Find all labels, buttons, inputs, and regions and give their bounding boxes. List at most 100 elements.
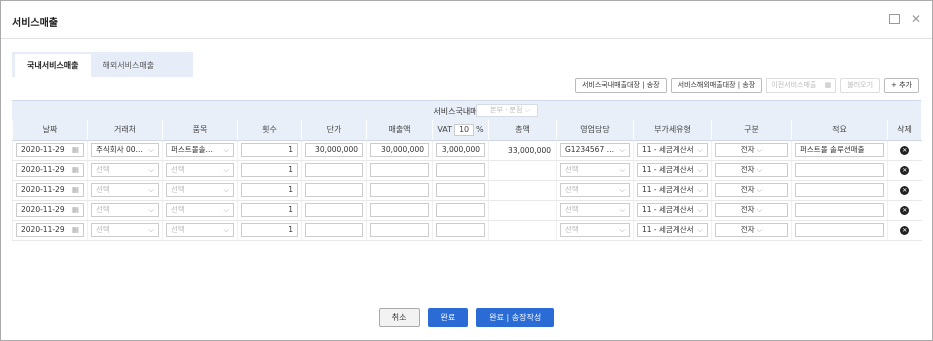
unit-price-input[interactable] [305, 163, 363, 177]
vat-input[interactable] [436, 183, 485, 197]
count-input-value: 1 [288, 165, 293, 174]
vat-rate-input[interactable]: 10 [454, 123, 475, 136]
rep-select[interactable]: 선택 ⌵ [560, 203, 630, 217]
rep-select[interactable]: G1234567 … ⌵ [560, 143, 630, 157]
client-select-value: 선택 [96, 185, 110, 194]
chevron-down-icon: ⌵ [148, 205, 154, 214]
delete-row-icon[interactable]: ✕ [900, 165, 910, 175]
rep-select-value: 선택 [565, 165, 579, 174]
unit-price-input[interactable] [305, 183, 363, 197]
division-select[interactable]: 전자 ⌵ [715, 143, 788, 157]
close-icon[interactable]: ✕ [910, 13, 922, 25]
toolbar: 서비스국내매출대장 | 송장 서비스해외매출대장 | 송장 이전서비스매출 ▦ … [574, 78, 919, 93]
sales-input[interactable]: 30,000,000 [370, 143, 429, 157]
memo-input[interactable] [795, 163, 884, 177]
memo-input[interactable]: 퍼스트몰 솔루션매출 [795, 143, 884, 157]
chevron-down-icon: ⌵ [223, 145, 229, 154]
tax-type-select[interactable]: 11 - 세금계산서 ⌵ [637, 163, 708, 177]
tab-overseas[interactable]: 해외서비스매출 [91, 54, 167, 77]
client-select-value: 선택 [96, 205, 110, 214]
memo-input[interactable] [795, 203, 884, 217]
client-select[interactable]: 주식회사 00… ⌵ [91, 143, 159, 157]
add-button[interactable]: + 추가 [884, 78, 919, 93]
item-select[interactable]: 선택 ⌵ [166, 163, 234, 177]
overseas-ledger-button[interactable]: 서비스해외매출대장 | 송장 [670, 78, 763, 93]
delete-row-icon[interactable]: ✕ [900, 185, 910, 195]
done-button[interactable]: 완료 [427, 308, 469, 327]
cancel-button[interactable]: 취소 [378, 308, 420, 327]
service-sales-window: 서비스매출 ✕ 국내서비스매출 해외서비스매출 서비스국내매출대장 | 송장 서… [0, 0, 933, 341]
chevron-down-icon: ⌵ [619, 145, 625, 154]
vat-input[interactable] [436, 163, 485, 177]
calendar-icon: ▦ [71, 145, 79, 154]
minimize-icon[interactable] [889, 14, 900, 24]
tax-type-select[interactable]: 11 - 세금계산서 ⌵ [637, 223, 708, 237]
date-field[interactable]: 2020-11-29 ▦ [16, 223, 84, 237]
done-invoice-button[interactable]: 완료 | 송장작성 [476, 308, 555, 327]
delete-row-icon[interactable]: ✕ [900, 205, 910, 215]
sales-input[interactable] [370, 163, 429, 177]
sales-input[interactable] [370, 223, 429, 237]
vat-input[interactable] [436, 203, 485, 217]
date-field[interactable]: 2020-11-29 ▦ [16, 143, 84, 157]
chevron-down-icon: ⌵ [148, 145, 154, 154]
count-input[interactable]: 1 [241, 183, 298, 197]
date-field-value: 2020-11-29 [21, 225, 65, 234]
client-select[interactable]: 선택 ⌵ [91, 203, 159, 217]
chevron-down-icon: ⌵ [697, 165, 703, 174]
chevron-down-icon: ⌵ [148, 165, 154, 174]
count-input[interactable]: 1 [241, 203, 298, 217]
item-select[interactable]: 선택 ⌵ [166, 223, 234, 237]
client-select-value: 선택 [96, 165, 110, 174]
table-row: 2020-11-29 ▦ 선택 ⌵ 선택 ⌵ 1 선택 ⌵ 11 - 세금계산서 ⌵ 전자 ⌵ ✕ [12, 180, 922, 201]
vat-input[interactable]: 3,000,000 [436, 143, 485, 157]
tab-domestic[interactable]: 국내서비스매출 [15, 54, 91, 77]
chevron-down-icon: ⌵ [756, 205, 763, 214]
division-select[interactable]: 전자 ⌵ [715, 203, 788, 217]
date-field-value: 2020-11-29 [21, 205, 65, 214]
client-select[interactable]: 선택 ⌵ [91, 183, 159, 197]
rep-select[interactable]: 선택 ⌵ [560, 183, 630, 197]
sales-input[interactable] [370, 203, 429, 217]
rep-select[interactable]: 선택 ⌵ [560, 163, 630, 177]
division-select[interactable]: 전자 ⌵ [715, 183, 788, 197]
unit-price-input[interactable] [305, 223, 363, 237]
col-vat-label: VAT [437, 124, 453, 134]
col-vat-percent: % [476, 124, 484, 134]
tax-type-select[interactable]: 11 - 세금계산서 ⌵ [637, 143, 708, 157]
domestic-ledger-button[interactable]: 서비스국내매출대장 | 송장 [574, 78, 667, 93]
mode-select[interactable]: 본부 · 분점 ⌵ [476, 104, 538, 117]
chevron-down-icon: ⌵ [756, 225, 763, 234]
date-field[interactable]: 2020-11-29 ▦ [16, 163, 84, 177]
client-select[interactable]: 선택 ⌵ [91, 223, 159, 237]
division-select[interactable]: 전자 ⌵ [715, 223, 788, 237]
load-button[interactable]: 불러오기 [840, 78, 881, 93]
division-select-value: 전자 [740, 185, 755, 194]
rep-select[interactable]: 선택 ⌵ [560, 223, 630, 237]
count-input[interactable]: 1 [241, 223, 298, 237]
prev-sales-input[interactable]: 이전서비스매출 ▦ [766, 78, 837, 93]
count-input[interactable]: 1 [241, 143, 298, 157]
memo-input[interactable] [795, 183, 884, 197]
count-input[interactable]: 1 [241, 163, 298, 177]
count-input-value: 1 [288, 205, 293, 214]
vat-input[interactable] [436, 223, 485, 237]
item-select[interactable]: 퍼스트몰솔… ⌵ [166, 143, 234, 157]
sales-input[interactable] [370, 183, 429, 197]
date-field[interactable]: 2020-11-29 ▦ [16, 203, 84, 217]
delete-row-icon[interactable]: ✕ [900, 145, 910, 155]
total-value: 33,000,000 [508, 145, 551, 155]
chevron-down-icon: ⌵ [756, 165, 763, 174]
delete-row-icon[interactable]: ✕ [900, 225, 910, 235]
division-select[interactable]: 전자 ⌵ [715, 163, 788, 177]
memo-input[interactable] [795, 223, 884, 237]
item-select[interactable]: 선택 ⌵ [166, 183, 234, 197]
unit-price-input[interactable]: 30,000,000 [305, 143, 363, 157]
item-select[interactable]: 선택 ⌵ [166, 203, 234, 217]
tax-type-select[interactable]: 11 - 세금계산서 ⌵ [637, 203, 708, 217]
tax-type-select[interactable]: 11 - 세금계산서 ⌵ [637, 183, 708, 197]
client-select[interactable]: 선택 ⌵ [91, 163, 159, 177]
date-field[interactable]: 2020-11-29 ▦ [16, 183, 84, 197]
unit-price-input[interactable] [305, 203, 363, 217]
chevron-down-icon: ⌵ [524, 106, 530, 114]
